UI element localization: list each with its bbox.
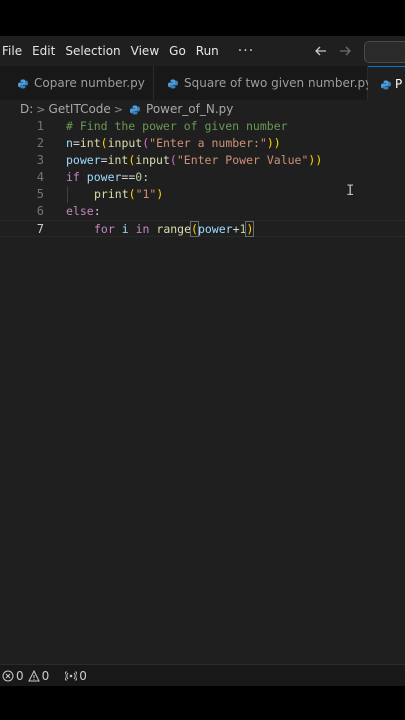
code-line-5[interactable]: 5 print("1") [0, 186, 405, 203]
breadcrumb-folder[interactable]: GetITCode [49, 102, 111, 116]
op-token: = [72, 136, 80, 150]
var-token: power [66, 153, 101, 167]
var-token: i [121, 222, 129, 236]
code-text: else: [66, 203, 101, 220]
tab-copare-number[interactable]: Copare number.py [0, 66, 154, 100]
mouse-ibeam-cursor-icon: I [346, 183, 355, 199]
bracket-token: ( [128, 187, 136, 201]
op-token: : [142, 170, 150, 184]
keyword-token: if [66, 170, 80, 184]
code-text: for i in range(power+1) [94, 221, 255, 238]
fn-token: input [135, 153, 170, 167]
menu-selection[interactable]: Selection [60, 44, 125, 58]
code-editor[interactable]: 1 # Find the power of given number 2 n=i… [0, 118, 405, 664]
tab-power-of-n[interactable]: P [368, 66, 405, 100]
line-number: 4 [36, 170, 44, 184]
chevron-right-icon: > [113, 102, 124, 116]
op-token: + [232, 222, 240, 236]
command-center-search[interactable] [364, 41, 405, 63]
line-number: 1 [36, 119, 44, 133]
code-text: if power==0: [66, 169, 149, 186]
keyword-token: for [94, 222, 115, 236]
status-bar: 0 0 0 [0, 664, 405, 687]
code-line-4[interactable]: 4 if power==0: [0, 169, 405, 186]
chevron-right-icon: > [36, 102, 46, 116]
bracket-token: ) [245, 221, 255, 237]
bracket-token: ) [156, 187, 164, 201]
breadcrumb: D: > GetITCode > Power_of_N.py [0, 100, 405, 118]
top-letterbox [0, 0, 405, 36]
python-file-icon [168, 78, 178, 89]
tab-label: Copare number.py [34, 76, 145, 90]
menu-file[interactable]: File [0, 44, 27, 58]
var-token: power [197, 222, 233, 236]
line-number: 6 [36, 204, 44, 218]
op-token: = [100, 153, 108, 167]
string-token: "Enter a number:" [149, 136, 267, 150]
text-cursor [253, 222, 255, 237]
op-token: : [93, 204, 101, 218]
keyword-token: in [135, 222, 150, 236]
ports-count: 0 [79, 669, 87, 683]
code-line-3[interactable]: 3 power=int(input("Enter Power Value")) [0, 152, 405, 169]
menu-bar: File Edit Selection View Go Run ··· [0, 36, 405, 66]
fn-token: range [156, 222, 192, 236]
keyword-token: else [66, 204, 94, 218]
tab-square-of-two[interactable]: Square of two given number.py [154, 66, 372, 100]
fn-token: print [94, 187, 129, 201]
code-line-6[interactable]: 6 else: [0, 203, 405, 220]
editor-tab-bar: Copare number.py Square of two given num… [0, 66, 405, 101]
broadcast-icon [65, 670, 78, 682]
breadcrumb-file[interactable]: Power_of_N.py [146, 102, 233, 116]
string-token: "Enter Power Value" [176, 153, 309, 167]
code-text: power=int(input("Enter Power Value")) [66, 152, 322, 169]
line-number: 2 [36, 136, 44, 150]
line-number: 7 [36, 222, 44, 236]
code-text: print("1") [94, 186, 163, 203]
python-file-icon [18, 78, 28, 89]
code-text: # Find the power of given number [66, 118, 288, 135]
tab-label: P [395, 76, 403, 91]
code-text: n=int(input("Enter a number:")) [66, 135, 281, 152]
problems-indicator[interactable]: 0 0 [2, 669, 49, 683]
bracket-token: ( [100, 136, 108, 150]
warning-count: 0 [41, 669, 50, 683]
bottom-letterbox [0, 686, 405, 720]
string-token: "1" [135, 187, 157, 201]
comment-token: # Find the power of given number [66, 119, 288, 133]
menu-edit[interactable]: Edit [27, 44, 60, 58]
code-line-1[interactable]: 1 # Find the power of given number [0, 118, 405, 135]
line-number: 3 [36, 153, 44, 167]
python-file-icon [381, 79, 391, 89]
error-count: 0 [16, 669, 24, 683]
op-token: == [121, 170, 136, 184]
line-number: 5 [36, 187, 44, 201]
breadcrumb-drive[interactable]: D: [20, 102, 33, 116]
warning-icon [27, 670, 40, 682]
fn-token: input [107, 136, 143, 150]
tab-label: Square of two given number.py [184, 76, 373, 90]
fn-token: int [107, 153, 129, 167]
var-token: power [86, 170, 122, 184]
menu-more-button[interactable]: ··· [232, 43, 260, 59]
code-line-2[interactable]: 2 n=int(input("Enter a number:")) [0, 135, 405, 152]
bracket-token: )) [308, 153, 323, 167]
arrow-right-icon[interactable] [338, 36, 352, 66]
menu-view[interactable]: View [126, 44, 164, 58]
code-line-7[interactable]: 7 for i in range(power+1) [0, 220, 405, 237]
bracket-token: ( [190, 221, 199, 237]
python-file-icon [130, 104, 141, 115]
menu-go[interactable]: Go [164, 44, 191, 58]
bracket-token: ( [169, 153, 177, 167]
bracket-token: )) [266, 136, 281, 150]
error-icon [2, 670, 14, 682]
menu-run[interactable]: Run [191, 44, 224, 58]
arrow-left-icon[interactable] [314, 36, 328, 66]
var-token: n [66, 136, 73, 150]
fn-token: int [79, 136, 101, 150]
ports-indicator[interactable]: 0 [65, 669, 87, 683]
